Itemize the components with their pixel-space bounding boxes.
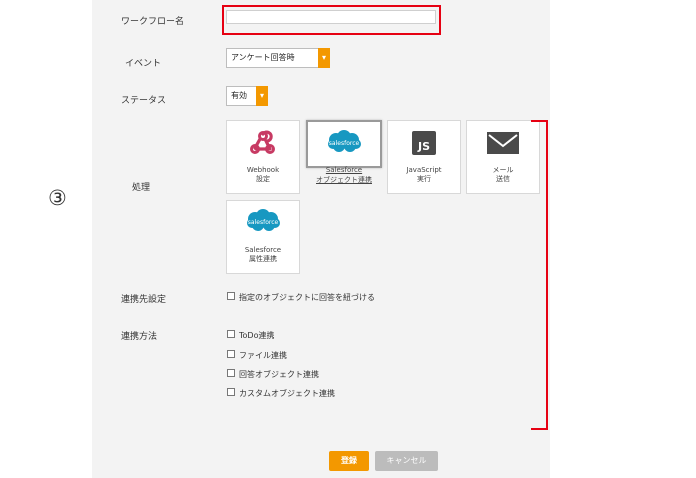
process-card-email[interactable]: メール 送信 [466, 120, 540, 194]
form-panel [92, 0, 550, 478]
card-title: メール [492, 166, 514, 174]
salesforce-logo-icon: salesforce [308, 129, 380, 157]
card-subtitle: 設定 [256, 175, 270, 183]
salesforce-logo-text: salesforce [248, 219, 279, 226]
chevron-down-icon: ▾ [318, 48, 330, 68]
checkbox-label: カスタムオブジェクト連携 [239, 389, 335, 398]
checkbox-label: 指定のオブジェクトに回答を紐づける [239, 293, 375, 302]
process-label: 処理 [132, 183, 151, 193]
event-select[interactable]: アンケート回答時 ▾ [226, 48, 330, 68]
link-target-label: 連携先設定 [121, 295, 167, 305]
checkbox-box[interactable] [227, 388, 235, 396]
card-title: Salesforce [325, 166, 363, 174]
checkbox-box[interactable] [227, 330, 235, 338]
card-title: JavaScript [406, 166, 442, 174]
checkbox-box[interactable] [227, 369, 235, 377]
link-method-custom-object[interactable]: カスタムオブジェクト連携 [227, 388, 335, 399]
link-method-answer-object[interactable]: 回答オブジェクト連携 [227, 369, 319, 380]
salesforce-logo-text: salesforce [329, 140, 360, 147]
status-label: ステータス [121, 96, 167, 106]
card-title: Webhook [246, 166, 280, 174]
event-select-value: アンケート回答時 [231, 53, 295, 62]
card-title: Salesforce [244, 246, 282, 254]
process-card-javascript[interactable]: JS JavaScript 実行 [387, 120, 461, 194]
status-select[interactable]: 有効 ▾ [226, 86, 268, 106]
js-logo-text: JS [417, 140, 430, 153]
status-select-value: 有効 [231, 91, 247, 100]
checkbox-label: 回答オブジェクト連携 [239, 370, 319, 379]
link-method-label: 連携方法 [121, 332, 158, 342]
highlight-bracket [531, 120, 548, 430]
link-target-checkbox[interactable]: 指定のオブジェクトに回答を紐づける [227, 292, 375, 303]
js-icon: JS [388, 130, 460, 158]
card-subtitle: 属性連携 [249, 255, 277, 263]
checkbox-label: ファイル連携 [239, 351, 287, 360]
highlight-box [222, 5, 441, 35]
link-method-todo[interactable]: ToDo連携 [227, 330, 274, 341]
workflow-name-label: ワークフロー名 [121, 17, 185, 27]
process-card-salesforce-object[interactable]: salesforce [306, 120, 382, 168]
card-subtitle: オブジェクト連携 [316, 176, 372, 184]
annotation-number: ③ [48, 186, 67, 210]
register-button[interactable]: 登録 [329, 451, 369, 471]
chevron-down-icon: ▾ [256, 86, 268, 106]
checkbox-box[interactable] [227, 350, 235, 358]
checkbox-label: ToDo連携 [239, 331, 275, 340]
checkbox-box[interactable] [227, 292, 235, 300]
event-label: イベント [125, 59, 162, 69]
link-method-file[interactable]: ファイル連携 [227, 350, 287, 361]
salesforce-logo-icon: salesforce [227, 208, 299, 236]
card-subtitle: 実行 [417, 175, 431, 183]
webhook-icon [227, 130, 299, 158]
process-card-salesforce-attribute[interactable]: salesforce Salesforce 属性連携 [226, 200, 300, 274]
cancel-button[interactable]: キャンセル [375, 451, 438, 471]
process-card-webhook[interactable]: Webhook 設定 [226, 120, 300, 194]
card-subtitle: 送信 [496, 175, 510, 183]
envelope-icon [467, 130, 539, 158]
